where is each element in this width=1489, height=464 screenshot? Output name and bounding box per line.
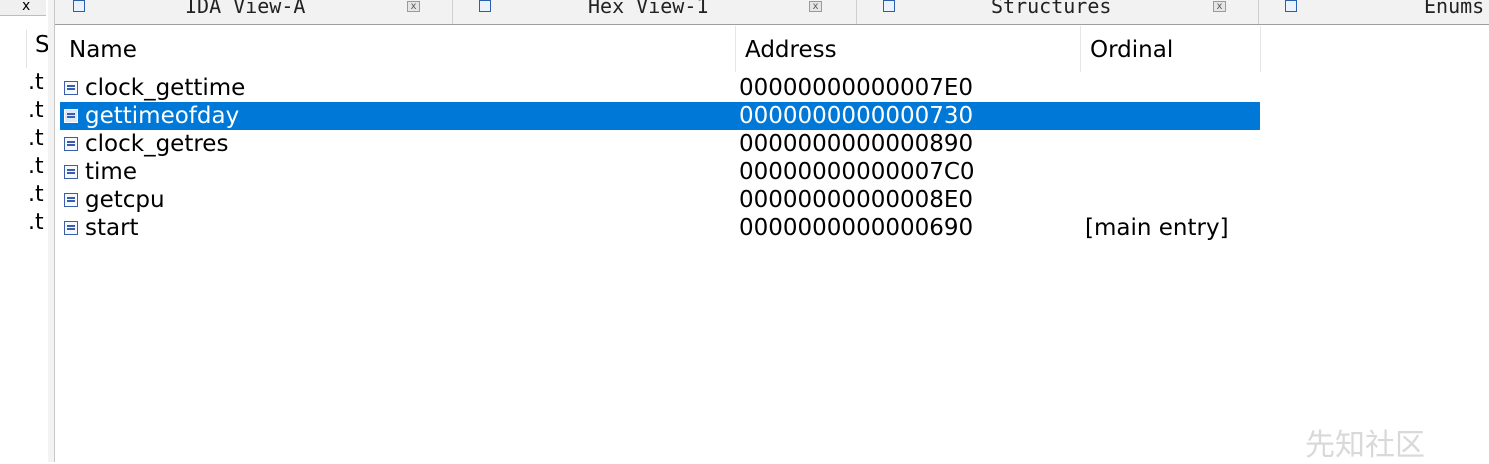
close-icon[interactable]: x (0, 0, 46, 16)
tab-hex-view-1[interactable]: Hex View-1 x (453, 0, 857, 24)
tab-label: Structures (991, 0, 1112, 18)
left-column-header[interactable]: S (26, 30, 48, 68)
tab-enums[interactable]: Enums (1259, 0, 1489, 24)
left-list-item[interactable]: .t (28, 98, 48, 126)
row-address: 0000000000000730 (739, 103, 974, 129)
row-name: time (85, 159, 137, 185)
row-address: 00000000000007E0 (739, 75, 974, 101)
table-row[interactable]: start 0000000000000690 [main entry] (60, 214, 1260, 242)
row-name: getcpu (85, 187, 165, 213)
close-icon[interactable]: x (1213, 1, 1226, 12)
left-panel: x S .t .t .t .t .t .t (0, 0, 49, 462)
table-row-selected[interactable]: gettimeofday 0000000000000730 (60, 102, 1260, 130)
tab-ida-view-a[interactable]: IDA View-A x (55, 0, 453, 24)
row-name: gettimeofday (85, 103, 240, 129)
table-row[interactable]: clock_gettime 00000000000007E0 (60, 74, 1260, 102)
function-icon (64, 137, 78, 151)
left-list-item[interactable]: .t (28, 210, 48, 238)
tab-label: Enums (1424, 0, 1485, 18)
hex-icon (479, 0, 491, 12)
watermark: 先知社区 (1305, 428, 1425, 463)
row-address: 00000000000007C0 (739, 159, 975, 185)
table-row[interactable]: time 00000000000007C0 (60, 158, 1260, 186)
function-icon (64, 221, 78, 235)
column-header-name[interactable]: Name (60, 26, 736, 72)
table-row[interactable]: getcpu 00000000000008E0 (60, 186, 1260, 214)
panel-splitter[interactable] (48, 0, 55, 462)
structures-icon (883, 0, 895, 12)
left-list-item[interactable]: .t (28, 182, 48, 210)
table-row[interactable]: clock_getres 0000000000000890 (60, 130, 1260, 158)
enums-icon (1285, 0, 1297, 12)
function-icon (64, 81, 78, 95)
row-address: 0000000000000690 (739, 215, 974, 241)
close-icon[interactable]: x (407, 1, 420, 12)
row-address: 0000000000000890 (739, 131, 974, 157)
tab-structures[interactable]: Structures x (857, 0, 1259, 24)
row-name: start (85, 215, 139, 241)
row-ordinal: [main entry] (1085, 215, 1229, 241)
function-icon (64, 165, 78, 179)
close-icon[interactable]: x (809, 1, 822, 12)
left-list-item[interactable]: .t (28, 126, 48, 154)
column-header-address[interactable]: Address (736, 26, 1081, 72)
row-name: clock_getres (85, 131, 229, 157)
column-headers: Name Address Ordinal (60, 26, 1261, 72)
column-header-ordinal[interactable]: Ordinal (1081, 26, 1261, 72)
row-address: 00000000000008E0 (739, 187, 974, 213)
row-name: clock_gettime (85, 75, 246, 101)
function-icon (64, 109, 78, 123)
tab-label: Hex View-1 (588, 0, 709, 18)
exports-list: Name Address Ordinal clock_gettime 00000… (60, 26, 1261, 462)
function-icon (64, 193, 78, 207)
disassembly-icon (73, 0, 85, 12)
tab-label: IDA View-A (185, 0, 306, 18)
left-list-item[interactable]: .t (28, 154, 48, 182)
left-list-item[interactable]: .t (28, 70, 48, 98)
tab-bar: IDA View-A x Hex View-1 x Structures x E… (55, 0, 1489, 25)
